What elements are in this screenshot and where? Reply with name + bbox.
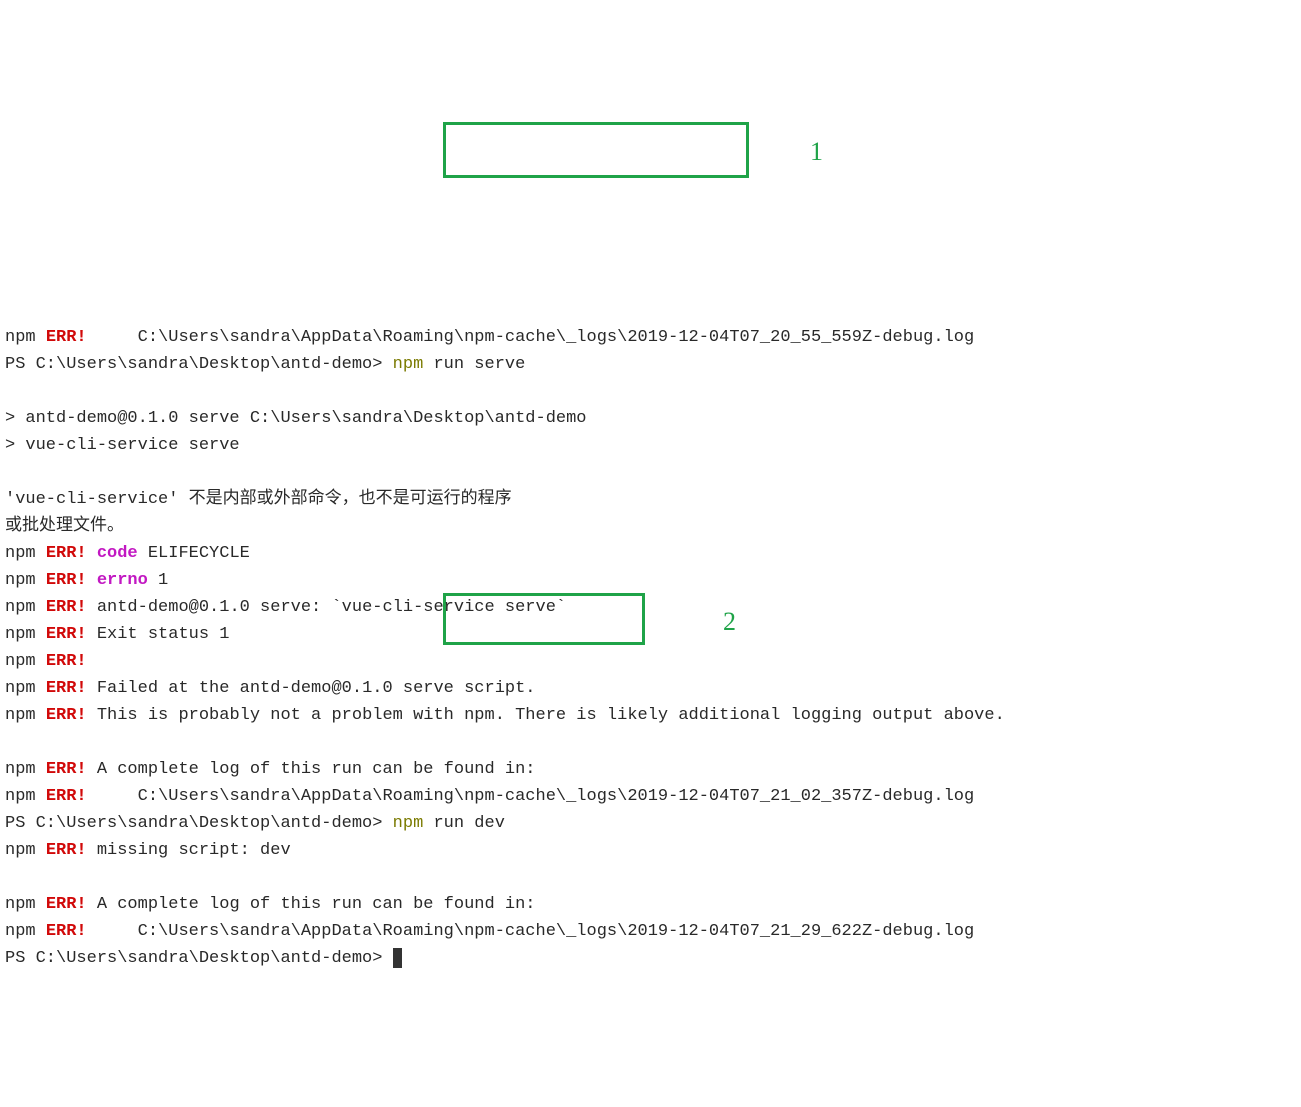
marker-2: 2 xyxy=(723,608,736,635)
cursor xyxy=(393,948,402,968)
terminal-line xyxy=(5,864,1296,891)
terminal-text: PS C:\Users\sandra\Desktop\antd-demo> xyxy=(5,355,393,374)
terminal-text: 或批处理文件。 xyxy=(5,517,124,536)
terminal-output[interactable]: 1 2 npm ERR! C:\Users\sandra\AppData\Roa… xyxy=(0,108,1301,972)
terminal-text: ERR! xyxy=(46,922,87,941)
terminal-text: npm xyxy=(5,895,46,914)
terminal-text: npm xyxy=(5,841,46,860)
terminal-line: npm ERR! C:\Users\sandra\AppData\Roaming… xyxy=(5,324,1296,351)
terminal-text: npm xyxy=(5,787,46,806)
terminal-line: npm ERR! A complete log of this run can … xyxy=(5,891,1296,918)
terminal-text: npm xyxy=(5,760,46,779)
terminal-text: npm xyxy=(5,652,46,671)
terminal-text: antd-demo@0.1.0 serve: `vue-cli-service … xyxy=(87,598,566,617)
terminal-text: C:\Users\sandra\AppData\Roaming\npm-cach… xyxy=(87,328,975,347)
terminal-line xyxy=(5,729,1296,756)
marker-1: 1 xyxy=(810,138,823,165)
terminal-line: PS C:\Users\sandra\Desktop\antd-demo> xyxy=(5,945,1296,972)
terminal-text: errno xyxy=(87,571,148,590)
terminal-text: 'vue-cli-service' 不是内部或外部命令，也不是可运行的程序 xyxy=(5,490,512,509)
terminal-text: > antd-demo@0.1.0 serve C:\Users\sandra\… xyxy=(5,409,587,428)
terminal-text: ERR! xyxy=(46,571,87,590)
terminal-text: npm xyxy=(5,625,46,644)
terminal-text: PS C:\Users\sandra\Desktop\antd-demo> xyxy=(5,814,393,833)
terminal-text: npm xyxy=(5,679,46,698)
terminal-text: C:\Users\sandra\AppData\Roaming\npm-cach… xyxy=(87,787,975,806)
terminal-line: npm ERR! This is probably not a problem … xyxy=(5,702,1296,729)
terminal-line: PS C:\Users\sandra\Desktop\antd-demo> np… xyxy=(5,351,1296,378)
terminal-line: > antd-demo@0.1.0 serve C:\Users\sandra\… xyxy=(5,405,1296,432)
terminal-text: ERR! xyxy=(46,760,87,779)
terminal-text: npm xyxy=(5,922,46,941)
terminal-line: npm ERR! C:\Users\sandra\AppData\Roaming… xyxy=(5,918,1296,945)
terminal-text: ERR! xyxy=(46,706,87,725)
terminal-text: Failed at the antd-demo@0.1.0 serve scri… xyxy=(87,679,536,698)
terminal-text: ERR! xyxy=(46,625,87,644)
terminal-line: npm ERR! C:\Users\sandra\AppData\Roaming… xyxy=(5,783,1296,810)
terminal-text: This is probably not a problem with npm.… xyxy=(87,706,1005,725)
terminal-text: ERR! xyxy=(46,652,87,671)
terminal-text: run dev xyxy=(433,814,504,833)
terminal-text: run serve xyxy=(433,355,525,374)
terminal-line xyxy=(5,459,1296,486)
terminal-text: A complete log of this run can be found … xyxy=(87,895,536,914)
terminal-line: npm ERR! Failed at the antd-demo@0.1.0 s… xyxy=(5,675,1296,702)
terminal-line: npm ERR! errno 1 xyxy=(5,567,1296,594)
terminal-text: ERR! xyxy=(46,544,87,563)
terminal-text: > vue-cli-service serve xyxy=(5,436,240,455)
terminal-text: npm xyxy=(393,355,434,374)
terminal-text: ERR! xyxy=(46,895,87,914)
terminal-text: ELIFECYCLE xyxy=(138,544,250,563)
terminal-text: npm xyxy=(5,544,46,563)
terminal-line: npm ERR! Exit status 1 xyxy=(5,621,1296,648)
terminal-text: ERR! xyxy=(46,679,87,698)
terminal-text: ERR! xyxy=(46,598,87,617)
terminal-text: npm xyxy=(5,571,46,590)
terminal-text: missing script: dev xyxy=(87,841,291,860)
terminal-text: PS C:\Users\sandra\Desktop\antd-demo> xyxy=(5,949,393,968)
highlight-box-1 xyxy=(443,122,749,178)
terminal-text: npm xyxy=(393,814,434,833)
terminal-text: C:\Users\sandra\AppData\Roaming\npm-cach… xyxy=(87,922,975,941)
terminal-line: npm ERR! xyxy=(5,648,1296,675)
terminal-line: npm ERR! code ELIFECYCLE xyxy=(5,540,1296,567)
terminal-text: A complete log of this run can be found … xyxy=(87,760,536,779)
terminal-text: ERR! xyxy=(46,328,87,347)
terminal-text: Exit status 1 xyxy=(87,625,230,644)
terminal-text: 1 xyxy=(148,571,168,590)
terminal-line: npm ERR! missing script: dev xyxy=(5,837,1296,864)
terminal-text: npm xyxy=(5,598,46,617)
terminal-text: code xyxy=(87,544,138,563)
terminal-text: ERR! xyxy=(46,841,87,860)
terminal-line: npm ERR! A complete log of this run can … xyxy=(5,756,1296,783)
terminal-line: > vue-cli-service serve xyxy=(5,432,1296,459)
terminal-line: PS C:\Users\sandra\Desktop\antd-demo> np… xyxy=(5,810,1296,837)
terminal-line: 或批处理文件。 xyxy=(5,513,1296,540)
terminal-line xyxy=(5,378,1296,405)
terminal-text: npm xyxy=(5,328,46,347)
terminal-text: ERR! xyxy=(46,787,87,806)
terminal-line: npm ERR! antd-demo@0.1.0 serve: `vue-cli… xyxy=(5,594,1296,621)
terminal-line: 'vue-cli-service' 不是内部或外部命令，也不是可运行的程序 xyxy=(5,486,1296,513)
terminal-text: npm xyxy=(5,706,46,725)
